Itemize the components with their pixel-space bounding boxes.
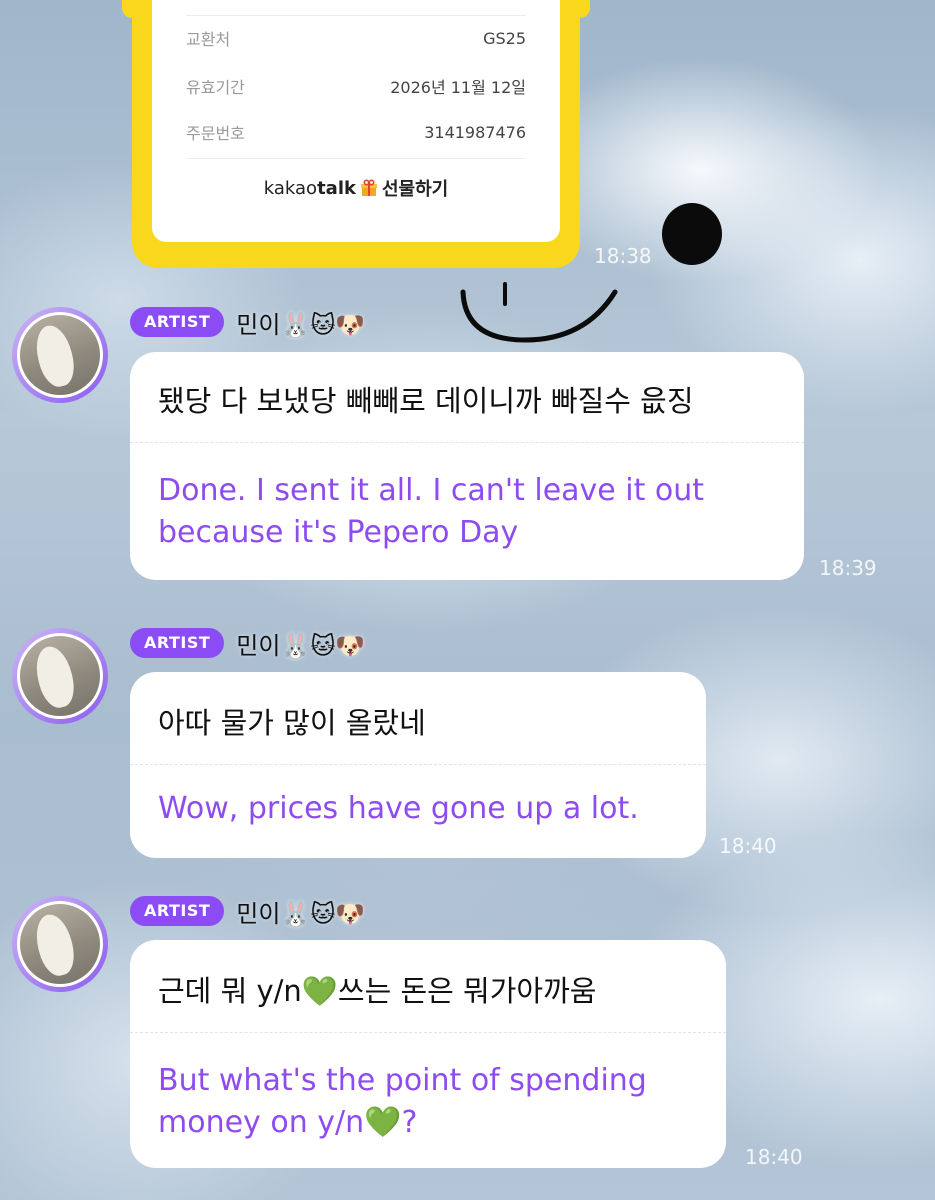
gift-row-label: 유효기간 [186,78,245,97]
doodle-smile [460,282,618,343]
timestamp: 18:38 [594,244,652,268]
bubble-separator [130,442,804,443]
brand-talk: talk [317,177,356,199]
message-bubble[interactable]: 아따 물가 많이 올랐네 Wow, prices have gone up a … [130,672,706,858]
sender-name: 민이🐰🐱🐶 [236,310,366,339]
timestamp: 18:40 [745,1145,803,1169]
gift-row-label: 교환처 [186,30,231,49]
sender-row: ARTIST 민이🐰🐱🐶 [130,895,366,928]
message-translation-text: But what's the point of spending money o… [158,1063,647,1140]
timestamp: 18:39 [819,556,877,580]
avatar[interactable] [12,628,108,724]
message-bubble[interactable]: 근데 뭐 y/n💚쓰는 돈은 뭐가아까움 But what's the poin… [130,940,726,1168]
sender-name: 민이🐰🐱🐶 [236,899,366,928]
gift-divider [186,158,526,159]
avatar[interactable] [12,307,108,403]
avatar[interactable] [12,896,108,992]
gift-row-value: GS25 [483,28,526,48]
avatar-photo [17,901,103,987]
gift-row-expiry: 유효기간 2026년 11월 12일 [186,69,526,103]
artist-badge: ARTIST [130,896,225,926]
message-bubble[interactable]: 됐당 다 보냈당 빼빼로 데이니까 빠질수 읎징 Done. I sent it… [130,352,804,580]
gift-row-exchange: 교환처 GS25 [186,21,526,55]
gift-box-icon [360,179,377,196]
gift-card-notch-right [570,0,590,18]
avatar-cat-shape [31,910,79,980]
doodle-eye [662,203,722,265]
message-original-text: 아따 물가 많이 올랐네 [158,706,426,740]
avatar-photo [17,312,103,398]
message-original-text: 됐당 다 보냈당 빼빼로 데이니까 빠질수 읎징 [158,384,694,418]
artist-badge: ARTIST [130,628,225,658]
brand-gift-label: 선물하기 [381,179,449,200]
avatar-photo [17,633,103,719]
sender-row: ARTIST 민이🐰🐱🐶 [130,306,366,339]
gift-card-notch-left [122,0,142,18]
kakaotalk-gift-logo: kakaotalk 선물하기 [152,175,560,201]
gift-row-value: 3141987476 [424,122,526,142]
message-translation-text: Done. I sent it all. I can't leave it ou… [158,473,705,550]
avatar-cat-shape [31,642,79,712]
artist-badge: ARTIST [130,307,225,337]
gift-row-value: 2026년 11월 12일 [390,78,526,97]
gift-card-body: 교환처 GS25 유효기간 2026년 11월 12일 주문번호 3141987… [152,0,560,242]
bubble-separator [130,764,706,765]
sender-row: ARTIST 민이🐰🐱🐶 [130,627,366,660]
brand-kakao: kakao [263,177,318,199]
avatar-cat-shape [31,321,79,391]
bubble-separator [130,1032,726,1033]
gift-row-order-number: 주문번호 3141987476 [186,115,526,149]
sender-name: 민이🐰🐱🐶 [236,631,366,660]
gift-row-label: 주문번호 [186,124,245,143]
gift-card[interactable]: 교환처 GS25 유효기간 2026년 11월 12일 주문번호 3141987… [122,0,590,268]
message-translation-text: Wow, prices have gone up a lot. [158,791,639,826]
gift-divider [186,15,526,16]
message-original-text: 근데 뭐 y/n💚쓰는 돈은 뭐가아까움 [158,974,597,1008]
timestamp: 18:40 [719,834,777,858]
